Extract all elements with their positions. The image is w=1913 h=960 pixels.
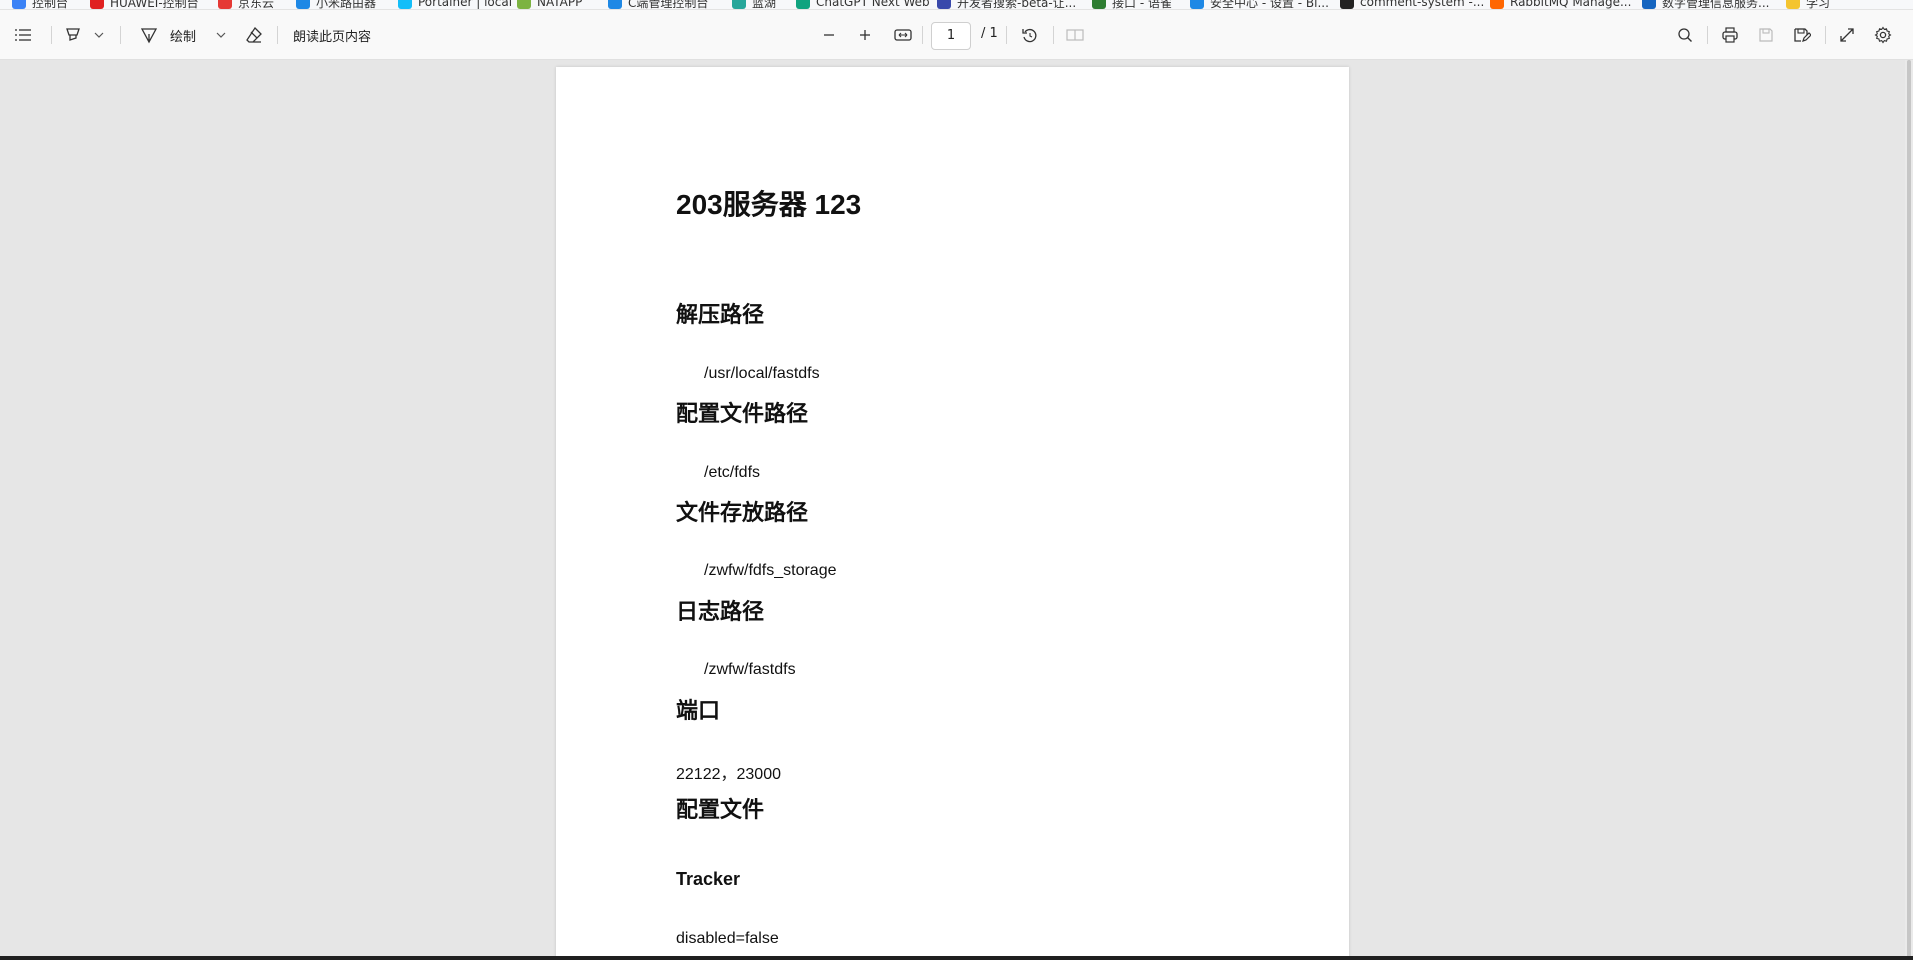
section-heading: 日志路径: [676, 599, 765, 624]
print-button[interactable]: [1719, 24, 1741, 46]
toolbar-separator: [1825, 26, 1826, 44]
bookmark-icon: [608, 0, 622, 9]
scrollbar-thumb[interactable]: [1907, 60, 1911, 960]
bookmark-item[interactable]: 学习: [1786, 0, 1830, 9]
pdf-page: 203服务器 123 解压路径 /usr/local/fastdfs 配置文件路…: [556, 67, 1349, 960]
list-icon: [14, 28, 32, 42]
zoom-out-button[interactable]: [818, 24, 840, 46]
save-button[interactable]: [1755, 24, 1777, 46]
bookmark-icon: [1490, 0, 1504, 9]
page-number-input[interactable]: 1: [931, 22, 971, 50]
taskbar-edge: [0, 956, 1913, 960]
bookmark-item[interactable]: ChatGPT Next Web: [796, 0, 930, 9]
toolbar-separator: [922, 26, 923, 44]
section-heading: 端口: [676, 698, 721, 723]
save-as-icon: [1793, 27, 1811, 43]
draw-dropdown[interactable]: [214, 24, 228, 46]
fullscreen-icon: [1839, 27, 1855, 43]
toolbar-separator: [120, 26, 121, 44]
section-value: 22122，23000: [676, 766, 781, 783]
bookmark-item[interactable]: 安全中心 - 设置 - Bi...: [1190, 0, 1329, 9]
bookmark-icon: [517, 0, 531, 9]
plus-icon: [858, 28, 872, 42]
vertical-scrollbar[interactable]: [1905, 60, 1913, 960]
rotate-icon: [1021, 26, 1039, 44]
fit-width-button[interactable]: [891, 24, 915, 46]
section-heading: 解压路径: [676, 302, 765, 327]
highlight-button[interactable]: [62, 24, 84, 46]
zoom-in-button[interactable]: [854, 24, 876, 46]
bookmark-item[interactable]: HUAWEI-控制台: [90, 0, 199, 9]
bookmark-icon: [1092, 0, 1106, 9]
bookmark-icon: [296, 0, 310, 9]
bookmark-item[interactable]: 蓝湖: [732, 0, 776, 9]
config-line: disabled=false: [676, 930, 779, 947]
bookmark-item[interactable]: comment-system -...: [1340, 0, 1484, 9]
gear-icon: [1874, 26, 1892, 44]
bookmark-item[interactable]: 数字管理信息服务...: [1642, 0, 1769, 9]
save-as-button[interactable]: [1791, 24, 1813, 46]
bookmark-icon: [1642, 0, 1656, 9]
chevron-down-icon: [216, 32, 226, 38]
subsection-heading: Tracker: [676, 869, 741, 889]
bookmark-icon: [398, 0, 412, 9]
read-aloud-button[interactable]: 朗读此页内容: [293, 26, 371, 45]
bookmark-icon: [796, 0, 810, 9]
section-value: /etc/fdfs: [704, 464, 761, 481]
print-icon: [1721, 27, 1739, 43]
section-heading: 文件存放路径: [676, 500, 809, 525]
toolbar-separator: [1707, 26, 1708, 44]
two-page-view-button[interactable]: [1064, 24, 1086, 46]
two-page-icon: [1066, 28, 1084, 42]
settings-button[interactable]: [1872, 24, 1894, 46]
section-value: /zwfw/fdfs_storage: [704, 562, 837, 579]
bookmark-item[interactable]: 接口 - 语雀: [1092, 0, 1172, 9]
highlighter-icon: [64, 26, 82, 44]
bookmark-item[interactable]: RabbitMQ Manage...: [1490, 0, 1631, 9]
minus-icon: [822, 28, 836, 42]
save-icon: [1758, 27, 1774, 43]
eraser-icon: [245, 26, 263, 44]
toolbar-separator: [51, 26, 52, 44]
bookmark-icon: [90, 0, 104, 9]
bookmarks-bar: 控制台 HUAWEI-控制台 京东云 小米路由器 Portainer | loc…: [0, 0, 1913, 10]
search-icon: [1677, 27, 1693, 43]
toolbar-separator: [1006, 26, 1007, 44]
bookmark-item[interactable]: Portainer | local: [398, 0, 512, 9]
bookmark-item[interactable]: 开发者搜索-beta-让...: [937, 0, 1076, 9]
toolbar-separator: [277, 26, 278, 44]
document-title: 203服务器 123: [676, 189, 862, 220]
bookmark-item[interactable]: C端管理控制台: [608, 0, 708, 9]
section-heading: 配置文件: [676, 797, 765, 822]
bookmark-icon: [732, 0, 746, 9]
pdf-toolbar: 绘制 朗读此页内容 1 / 1: [0, 10, 1913, 60]
bookmark-icon: [12, 0, 26, 9]
draw-button[interactable]: [138, 24, 160, 46]
fullscreen-button[interactable]: [1836, 24, 1858, 46]
bookmark-icon: [218, 0, 232, 9]
pen-icon: [140, 26, 158, 44]
contents-button[interactable]: [12, 24, 34, 46]
page-total: / 1: [981, 26, 998, 41]
bookmark-icon: [1340, 0, 1354, 9]
bookmark-icon: [937, 0, 951, 9]
bookmark-icon: [1190, 0, 1204, 9]
bookmark-item[interactable]: 控制台: [12, 0, 68, 9]
bookmark-item[interactable]: 小米路由器: [296, 0, 376, 9]
bookmark-item[interactable]: NATAPP: [517, 0, 582, 9]
erase-button[interactable]: [243, 24, 265, 46]
draw-label[interactable]: 绘制: [170, 26, 196, 45]
chevron-down-icon: [94, 32, 104, 38]
section-value: /usr/local/fastdfs: [704, 365, 820, 382]
highlight-dropdown[interactable]: [92, 24, 106, 46]
section-heading: 配置文件路径: [676, 401, 809, 426]
bookmark-item[interactable]: 京东云: [218, 0, 274, 9]
fit-width-icon: [894, 28, 912, 42]
search-button[interactable]: [1674, 24, 1696, 46]
folder-icon: [1786, 0, 1800, 9]
rotate-button[interactable]: [1019, 24, 1041, 46]
section-value: /zwfw/fastdfs: [704, 661, 796, 678]
toolbar-separator: [1053, 26, 1054, 44]
